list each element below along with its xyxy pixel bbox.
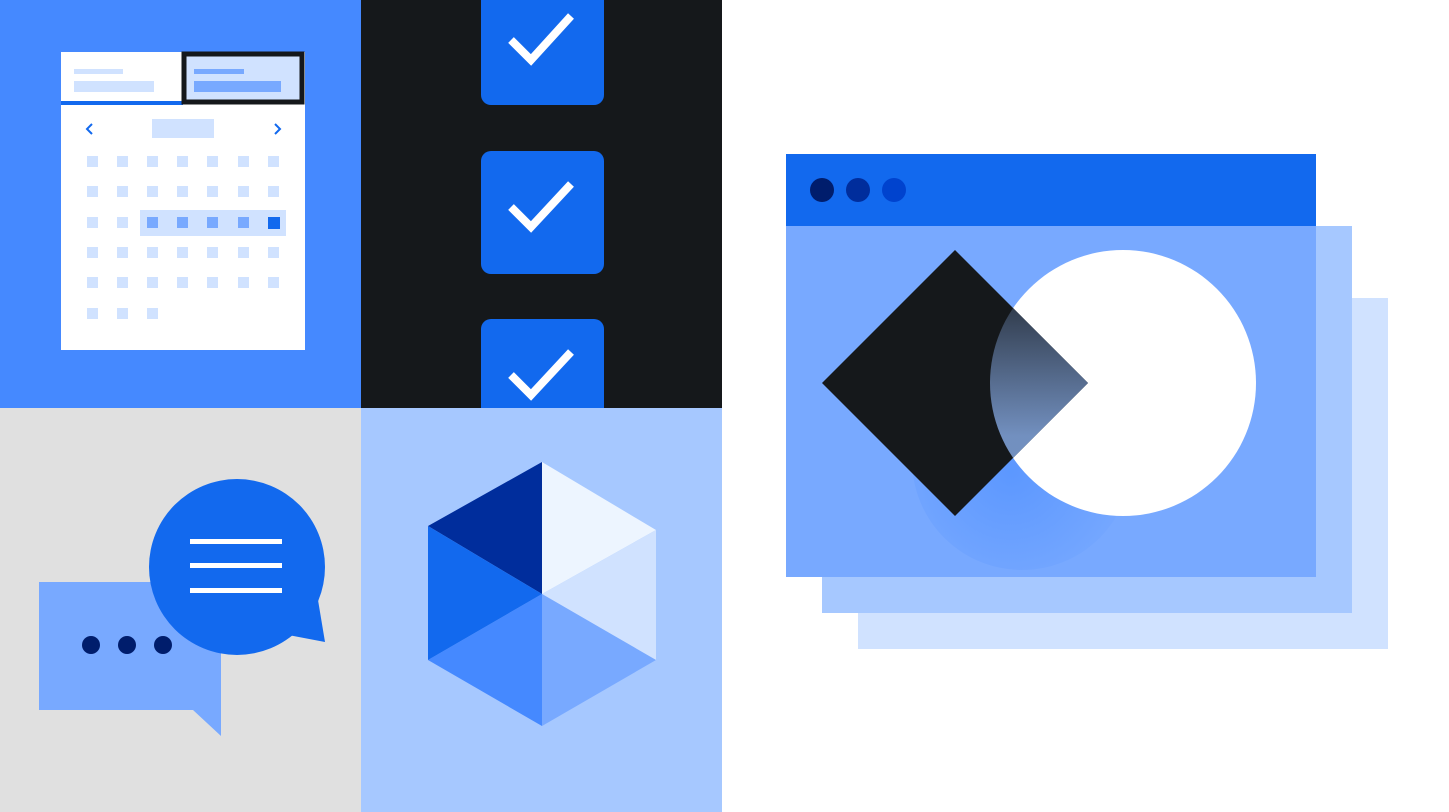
end-date-field-active [181,51,305,105]
hexagon-tile [361,408,722,812]
calendar-day [207,156,218,167]
calendar-day-selected [268,217,280,229]
chat-bubbles-icon [0,408,361,812]
calendar-day [87,247,98,258]
calendar-day [117,277,128,288]
checkbox-checked [481,151,604,274]
calendar-day-in-range [238,217,249,228]
checkbox-checked [481,0,604,105]
calendar-day [268,247,279,258]
calendar-day [87,156,98,167]
message-line [190,539,282,544]
calendar-day [268,277,279,288]
calendar-day [147,308,158,319]
typing-dot [82,636,100,654]
calendar-day [117,156,128,167]
message-line [190,588,282,593]
calendar-day [177,277,188,288]
calendar-day [177,247,188,258]
checklist-icon [361,0,722,408]
calendar-day [87,217,98,228]
calendar-day [207,186,218,197]
calendar-day [87,277,98,288]
calendar-day [238,277,249,288]
calendar-day [207,247,218,258]
calendar-day-in-range [147,217,158,228]
calendar-day [207,277,218,288]
calendar-day [147,156,158,167]
start-date-field [61,52,183,105]
calendar-day [177,156,188,167]
chat-tile [0,408,361,812]
window-dot [846,178,870,202]
calendar-day [268,156,279,167]
checkbox-checked [481,319,604,408]
browser-window-icon [786,154,1388,649]
calendar-day [147,277,158,288]
calendar-day [268,186,279,197]
calendar-day [238,156,249,167]
hexagon-cube-icon [361,408,722,812]
message-line [190,563,282,568]
calendar-icon [0,0,361,408]
calendar-day [117,247,128,258]
calendar-day [87,308,98,319]
calendar-day [117,186,128,197]
month-label-placeholder [152,119,214,138]
window-dot [810,178,834,202]
calendar-day [87,186,98,197]
calendar-day [238,186,249,197]
calendar-day [117,217,128,228]
browser-illustration [722,0,1449,812]
calendar-day-in-range [177,217,188,228]
window-dot [882,178,906,202]
calendar-day [117,308,128,319]
checklist-tile [361,0,722,408]
message-bubble [149,479,325,655]
typing-dot [118,636,136,654]
calendar-day [177,186,188,197]
calendar-day [147,186,158,197]
calendar-day-in-range [207,217,218,228]
calendar-day [238,247,249,258]
typing-dot [154,636,172,654]
calendar-tile [0,0,361,408]
calendar-day [147,247,158,258]
